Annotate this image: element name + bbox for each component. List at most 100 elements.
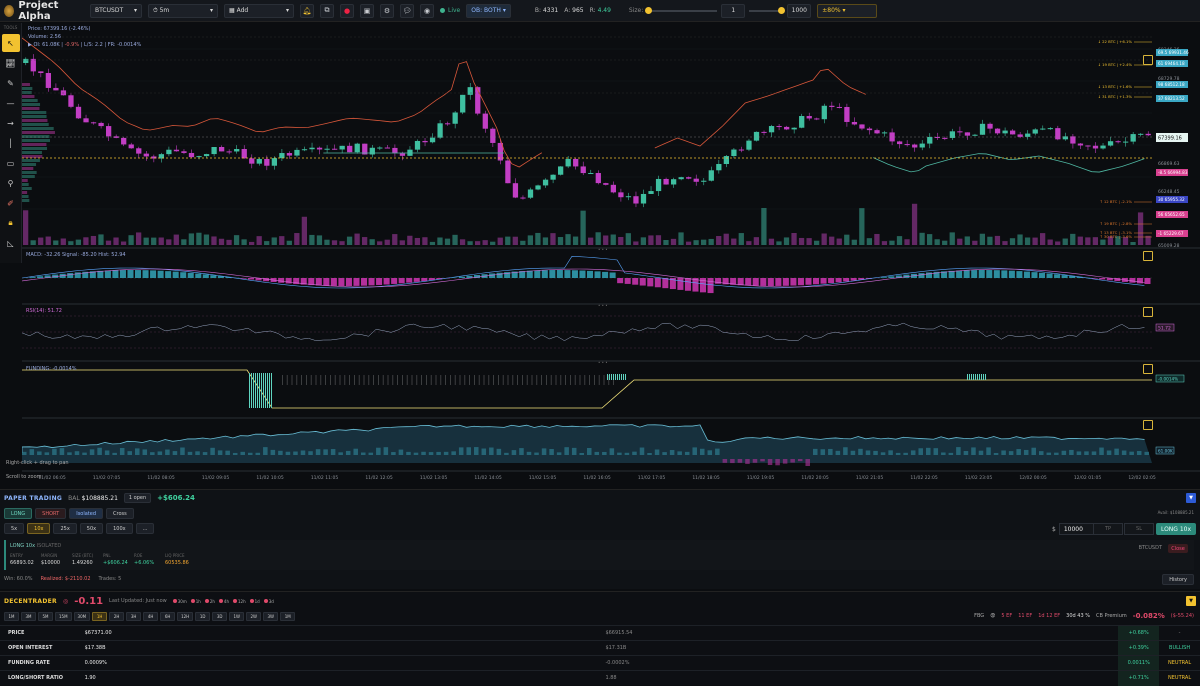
history-button[interactable]: History: [1162, 574, 1194, 585]
tp-input[interactable]: TP: [1093, 523, 1123, 535]
timeframe-6-button[interactable]: 2H: [109, 612, 124, 621]
timeframe-14-button[interactable]: 2W: [246, 612, 261, 621]
trend-icon[interactable]: 📈︎: [2, 54, 20, 72]
copy-icon[interactable]: ⧉: [320, 4, 334, 18]
timeframe-11-button[interactable]: 1D: [195, 612, 210, 621]
cross-button[interactable]: Cross: [106, 508, 134, 519]
chat-icon[interactable]: 💬︎: [400, 4, 414, 18]
maximize-pane-button[interactable]: [1143, 55, 1153, 65]
collapse-icon[interactable]: ▼: [1186, 596, 1196, 606]
ruler-icon[interactable]: ✐: [2, 194, 20, 212]
candle: [679, 177, 684, 179]
maximize-pane-button[interactable]: [1143, 307, 1153, 317]
price-chart[interactable]: 69346.3668729.7866869.6366248.4565009.28…: [22, 23, 1200, 485]
leverage-2-button[interactable]: 25x: [53, 523, 76, 534]
interval-select[interactable]: ⏱ 5m▾: [148, 4, 218, 18]
size-max-input[interactable]: 1000: [787, 4, 811, 18]
timeframe-10-button[interactable]: 12H: [177, 612, 193, 621]
lock-icon[interactable]: 🔒︎: [2, 214, 20, 232]
orderbook-select[interactable]: OB: BOTH ▾: [466, 4, 511, 18]
timeframe-13-button[interactable]: 1W: [229, 612, 244, 621]
open-count[interactable]: 1 open: [124, 493, 151, 503]
size-min-input[interactable]: 1: [721, 4, 745, 18]
cursor-icon[interactable]: ↖: [2, 34, 20, 52]
vline-icon[interactable]: │: [2, 134, 20, 152]
brush-icon[interactable]: ⚲: [2, 174, 20, 192]
macd-hist-bar: [805, 278, 811, 285]
pan-hint: Right-click + drag to pan: [6, 460, 69, 466]
timeframe-15-button[interactable]: 3W: [263, 612, 278, 621]
funding-bar: [426, 375, 427, 385]
bell-icon[interactable]: 🔔︎: [300, 4, 314, 18]
pct-range-select[interactable]: ±80% ▾: [817, 4, 877, 18]
funding-tag-value: -0.0014%: [1158, 377, 1178, 382]
leverage-3-button[interactable]: 50x: [80, 523, 103, 534]
gear-icon[interactable]: ⚙: [380, 4, 394, 18]
camera-icon[interactable]: ◉: [420, 4, 434, 18]
timeframe-16-button[interactable]: 1M: [280, 612, 295, 621]
size-label: Size:: [629, 7, 643, 14]
funding-bar: [301, 375, 302, 385]
timeframe-7-button[interactable]: 3H: [126, 612, 141, 621]
candle: [317, 148, 322, 150]
candle: [400, 153, 405, 156]
funding-bar: [383, 375, 384, 385]
maximize-pane-button[interactable]: [1143, 420, 1153, 430]
leverage-0-button[interactable]: 5x: [4, 523, 24, 534]
isolated-button[interactable]: Isolated: [69, 508, 103, 519]
timeframe-4-button[interactable]: 30M: [74, 612, 91, 621]
funding-bar: [584, 375, 585, 385]
candle: [859, 124, 864, 128]
slider-knob[interactable]: [645, 7, 652, 14]
chart-area[interactable]: 69346.3668729.7866869.6366248.4565009.28…: [22, 23, 1200, 485]
amount-input[interactable]: 10000: [1059, 523, 1095, 535]
leverage-1-button[interactable]: 10x: [27, 523, 50, 534]
arrow-icon[interactable]: →: [2, 114, 20, 132]
timeframe-5-button[interactable]: 1H: [92, 612, 107, 621]
candle: [792, 128, 797, 130]
rect-icon[interactable]: ▭: [2, 154, 20, 172]
candle: [332, 149, 337, 150]
hline-icon[interactable]: —: [2, 94, 20, 112]
timeframe-0-button[interactable]: 1M: [4, 612, 19, 621]
pct-label: ±80%: [822, 7, 840, 14]
slider-knob[interactable]: [778, 7, 785, 14]
timeframe-8-button[interactable]: 4H: [143, 612, 158, 621]
position-col-value: +$606.24: [103, 560, 128, 566]
side-short-button[interactable]: SHORT: [35, 508, 66, 519]
pencil-icon[interactable]: ✎: [2, 74, 20, 92]
size-slider-max[interactable]: [749, 10, 783, 12]
cvd-hist-bar: [677, 451, 682, 455]
maximize-pane-button[interactable]: [1143, 364, 1153, 374]
size-slider-min[interactable]: [647, 10, 717, 12]
candle: [1138, 134, 1143, 135]
cvd-hist-bar: [1001, 450, 1006, 455]
timeframe-3-button[interactable]: 15M: [55, 612, 72, 621]
sl-input[interactable]: SL: [1124, 523, 1154, 535]
timeframe-9-button[interactable]: 6H: [160, 612, 175, 621]
measure-icon[interactable]: ◺: [2, 234, 20, 252]
maximize-pane-button[interactable]: [1143, 251, 1153, 261]
record-icon[interactable]: ●: [340, 4, 354, 18]
cvd-hist-bar: [1054, 453, 1059, 455]
open-long-button[interactable]: LONG 10x: [1156, 523, 1196, 535]
symbol-select[interactable]: BTCUSDT▾: [90, 4, 142, 18]
timeframe-1-button[interactable]: 3M: [21, 612, 36, 621]
layout-icon[interactable]: ▣: [360, 4, 374, 18]
macd-hist-bar: [399, 278, 405, 283]
macd-hist-bar: [534, 270, 540, 278]
volume-profile-bar: [22, 91, 32, 94]
timeframe-2-button[interactable]: 5M: [38, 612, 53, 621]
candle: [965, 132, 970, 135]
leverage-5-button[interactable]: ...: [136, 523, 155, 534]
macd-hist-bar: [926, 272, 932, 278]
add-indicator-select[interactable]: ▦ Add▾: [224, 4, 294, 18]
close-position-button[interactable]: Close: [1168, 544, 1188, 553]
collapse-icon[interactable]: ▼: [1186, 493, 1196, 503]
side-long-button[interactable]: LONG: [4, 508, 32, 519]
macd-hist-bar: [851, 278, 857, 281]
macd-hist-bar: [1062, 275, 1068, 278]
leverage-4-button[interactable]: 100x: [106, 523, 133, 534]
timeframe-12-button[interactable]: 3D: [212, 612, 227, 621]
candle: [709, 170, 714, 180]
